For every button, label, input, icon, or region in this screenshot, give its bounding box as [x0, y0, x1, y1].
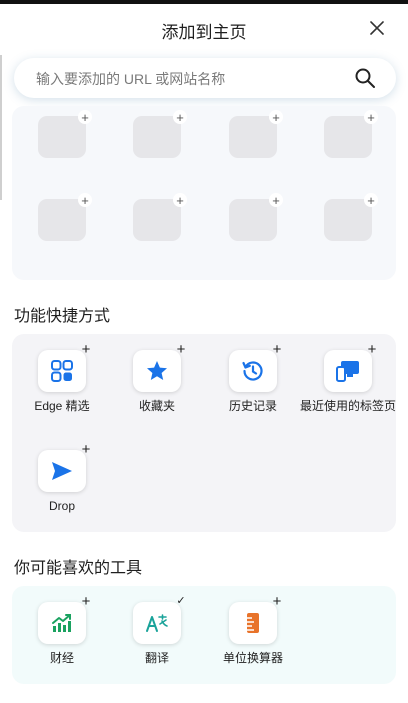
tools-panel: + 财经 ✓ 翻译 + 单位换算器: [12, 586, 396, 684]
add-icon[interactable]: +: [269, 110, 283, 124]
functions-panel: + Edge 精选 + 收藏夹 + 历史记录 + 最近使用的标签页 + Drop: [12, 334, 396, 532]
favorites-tile[interactable]: +: [133, 342, 185, 392]
search-placeholder: 输入要添加的 URL 或网站名称: [36, 71, 226, 87]
close-icon: [370, 21, 384, 35]
tool-finance[interactable]: + 财经: [14, 594, 110, 666]
add-icon[interactable]: +: [173, 193, 187, 207]
tool-label: 财经: [49, 651, 74, 665]
page-title: 添加到主页: [161, 23, 247, 42]
add-icon[interactable]: +: [364, 193, 378, 207]
function-edge-picks[interactable]: + Edge 精选: [14, 342, 110, 414]
finance-chart-icon: [52, 614, 71, 632]
shortcut-tile[interactable]: +: [133, 193, 187, 241]
add-icon[interactable]: +: [269, 193, 283, 207]
finance-tile[interactable]: +: [38, 594, 90, 644]
apps-grid-icon: [51, 360, 73, 382]
shortcut-tile[interactable]: +: [133, 110, 187, 158]
function-label: Drop: [48, 499, 75, 513]
function-label: 收藏夹: [138, 399, 175, 413]
add-icon[interactable]: +: [174, 342, 188, 357]
devices-icon: [336, 361, 359, 382]
function-favorites[interactable]: + 收藏夹: [109, 342, 205, 414]
added-check-icon[interactable]: ✓: [174, 594, 188, 608]
add-icon[interactable]: +: [78, 110, 92, 124]
tool-label: 翻译: [144, 651, 169, 665]
tool-translate[interactable]: ✓ 翻译: [109, 595, 205, 666]
shortcut-grid: + + + + + + + +: [12, 106, 396, 280]
star-icon: [147, 361, 167, 380]
translate-icon: [146, 614, 168, 632]
add-icon[interactable]: +: [270, 342, 284, 357]
add-icon[interactable]: +: [79, 342, 93, 357]
shortcut-tile[interactable]: +: [38, 193, 92, 241]
left-edge-indicator: [0, 55, 2, 200]
add-icon[interactable]: +: [79, 442, 93, 457]
function-history[interactable]: + 历史记录: [205, 342, 301, 414]
search-input[interactable]: 输入要添加的 URL 或网站名称: [14, 58, 396, 98]
add-icon[interactable]: +: [78, 193, 92, 207]
close-button[interactable]: [364, 15, 390, 41]
function-label: 历史记录: [228, 399, 277, 413]
shortcut-tile[interactable]: +: [38, 110, 92, 158]
history-tile[interactable]: +: [229, 342, 281, 392]
translate-tile[interactable]: ✓: [133, 595, 186, 644]
send-icon: [52, 462, 72, 480]
add-icon[interactable]: +: [173, 110, 187, 124]
add-icon[interactable]: +: [364, 110, 378, 124]
dialog-header: 添加到主页: [0, 4, 408, 52]
tool-label: 单位换算器: [222, 651, 283, 665]
add-icon[interactable]: +: [79, 594, 93, 609]
unit-converter-tile[interactable]: +: [229, 594, 281, 644]
drop-tile[interactable]: +: [38, 442, 90, 492]
unit-converter-icon: [247, 613, 259, 633]
shortcut-tile[interactable]: +: [324, 110, 378, 158]
functions-section-title: 功能快捷方式: [14, 308, 111, 325]
history-icon: [242, 361, 263, 381]
function-label: 最近使用的标签页: [300, 399, 397, 413]
add-icon[interactable]: +: [270, 594, 284, 609]
recent-tabs-tile[interactable]: +: [324, 342, 376, 392]
shortcut-tile[interactable]: +: [324, 193, 378, 241]
add-icon[interactable]: +: [365, 342, 379, 357]
function-drop[interactable]: + Drop: [14, 442, 110, 514]
edge-picks-tile[interactable]: +: [38, 342, 90, 392]
shortcut-tile[interactable]: +: [229, 193, 283, 241]
tools-section-title: 你可能喜欢的工具: [14, 560, 143, 577]
search-icon[interactable]: [354, 67, 376, 89]
function-recent-tabs[interactable]: + 最近使用的标签页: [300, 342, 397, 414]
function-label: Edge 精选: [34, 399, 90, 413]
tool-unit-converter[interactable]: + 单位换算器: [205, 594, 301, 666]
shortcut-tile[interactable]: +: [229, 110, 283, 158]
